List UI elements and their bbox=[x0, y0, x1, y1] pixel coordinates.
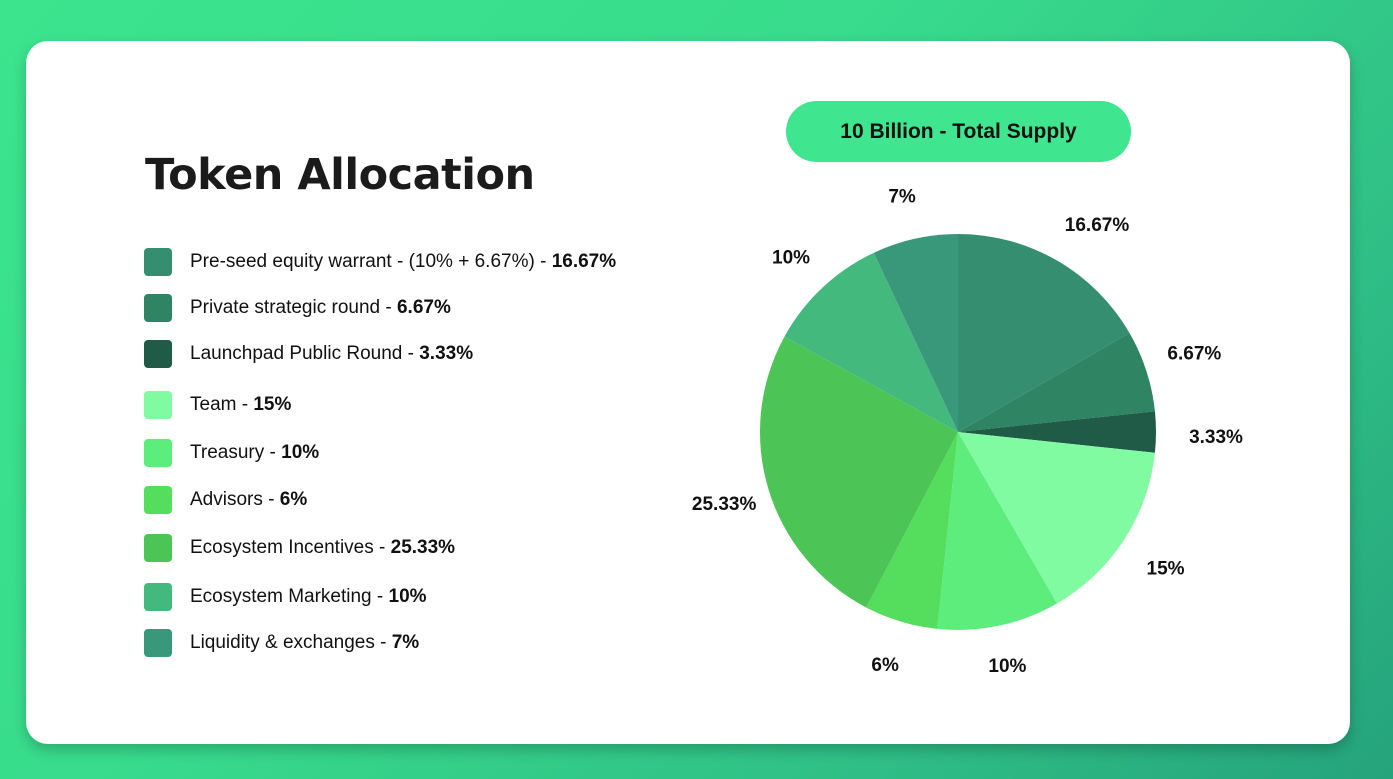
pie-data-label: 10% bbox=[772, 248, 810, 269]
pie-chart: 16.67% 6.67% 3.33% 15% 10% 6% 25.33% 10% 7% bbox=[692, 187, 1243, 677]
pie-data-label: 6% bbox=[871, 655, 899, 676]
pie-data-label: 6.67% bbox=[1167, 344, 1221, 365]
pie-data-label: 25.33% bbox=[692, 494, 757, 515]
pie-data-label: 15% bbox=[1147, 559, 1185, 580]
pie-data-label: 10% bbox=[988, 656, 1026, 677]
pie-data-label: 16.67% bbox=[1065, 215, 1130, 236]
pie-data-label: 3.33% bbox=[1189, 427, 1243, 448]
pie-data-label: 7% bbox=[888, 187, 916, 208]
